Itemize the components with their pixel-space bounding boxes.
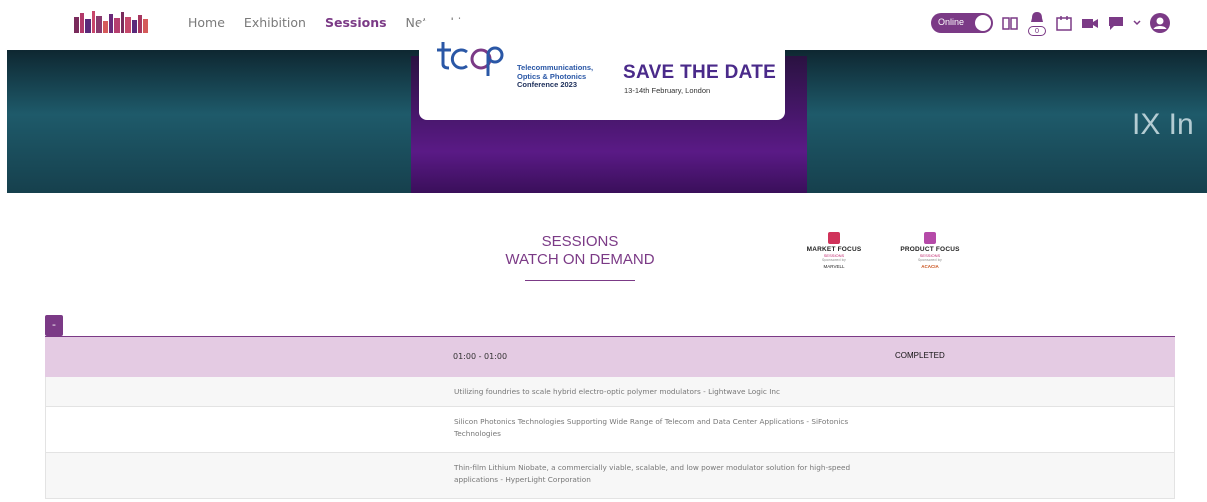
book-icon[interactable] <box>1001 14 1019 32</box>
conf-line3: Conference 2023 <box>517 80 578 89</box>
chat-icon[interactable] <box>1107 14 1125 32</box>
nav-home[interactable]: Home <box>188 15 225 30</box>
online-toggle[interactable]: Online <box>931 13 993 33</box>
session-title[interactable]: Utilizing foundries to scale hybrid elec… <box>454 386 874 398</box>
page-title: SESSIONS WATCH ON DEMAND <box>490 233 670 268</box>
product-sponsor-label: Sponsored by <box>918 258 942 262</box>
collapse-button[interactable]: - <box>45 315 63 336</box>
session-time: 01:00 - 01:00 <box>453 352 508 361</box>
acacia-logo: ACACIA <box>921 264 939 269</box>
conference-date: 13-14th February, London <box>624 86 711 95</box>
user-icon[interactable] <box>1149 12 1171 34</box>
online-label: Online <box>938 17 965 27</box>
event-logo[interactable] <box>72 9 150 35</box>
product-focus-badge[interactable]: PRODUCT FOCUS SESSIONS Sponsored by ACAC… <box>890 232 970 269</box>
session-title[interactable]: Silicon Photonics Technologies Supportin… <box>454 416 874 440</box>
video-icon[interactable] <box>1081 14 1099 32</box>
chevron-down-icon[interactable] <box>1133 14 1141 32</box>
marvell-logo: MARVELL <box>823 264 845 269</box>
sessions-table: 01:00 - 01:00 COMPLETED Utilizing foundr… <box>45 336 1175 499</box>
toolbar: Online 0 <box>931 10 1171 36</box>
tcp-logo <box>437 38 509 84</box>
title-underline <box>525 280 635 281</box>
notifications[interactable]: 0 <box>1027 10 1047 36</box>
market-focus-badge[interactable]: MARKET FOCUS SESSIONS Sponsored by MARVE… <box>800 232 868 269</box>
calendar-icon[interactable] <box>1055 14 1073 32</box>
title-line2: WATCH ON DEMAND <box>505 250 655 268</box>
session-group-header[interactable]: 01:00 - 01:00 COMPLETED <box>45 336 1175 377</box>
toggle-knob <box>975 15 991 31</box>
market-focus-icon <box>828 232 840 244</box>
session-status: COMPLETED <box>895 351 945 360</box>
title-line1: SESSIONS <box>541 233 619 250</box>
conference-name: Telecommunications, Optics & Photonics C… <box>517 63 593 90</box>
market-sponsor-label: Sponsored by <box>822 258 846 262</box>
table-row[interactable]: Thin-film Lithium Niobate, a commerciall… <box>45 453 1175 499</box>
notification-count: 0 <box>1028 26 1046 36</box>
market-focus-title: MARKET FOCUS <box>806 246 862 253</box>
product-focus-title: PRODUCT FOCUS <box>900 246 960 253</box>
banner-bg-text: IX In <box>1132 108 1194 141</box>
product-focus-icon <box>924 232 936 244</box>
save-the-date: SAVE THE DATE <box>623 62 777 83</box>
nav-sessions[interactable]: Sessions <box>325 15 387 30</box>
session-title[interactable]: Thin-film Lithium Niobate, a commerciall… <box>454 462 874 486</box>
table-row[interactable]: Utilizing foundries to scale hybrid elec… <box>45 377 1175 407</box>
bell-icon <box>1031 12 1043 22</box>
nav-exhibition[interactable]: Exhibition <box>244 15 306 30</box>
table-row[interactable]: Silicon Photonics Technologies Supportin… <box>45 407 1175 453</box>
